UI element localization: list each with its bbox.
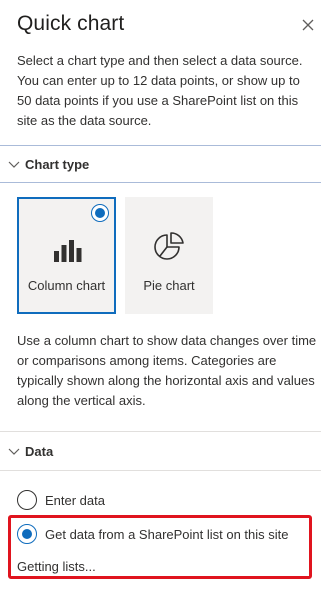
pie-chart-option[interactable]: Pie chart — [125, 197, 213, 314]
close-icon — [302, 19, 314, 31]
data-section-title: Data — [25, 444, 54, 459]
chevron-down-icon — [8, 448, 20, 455]
section-divider — [0, 470, 321, 471]
section-divider — [0, 182, 321, 183]
close-button[interactable] — [297, 14, 319, 36]
chart-type-section-title: Chart type — [25, 157, 90, 172]
selected-radio-indicator — [91, 204, 109, 222]
chart-type-description: Use a column chart to show data changes … — [17, 333, 317, 408]
sharepoint-list-label: Get data from a SharePoint list on this … — [45, 526, 289, 542]
column-chart-label: Column chart — [27, 278, 106, 293]
sharepoint-list-radio[interactable] — [17, 524, 37, 544]
column-chart-icon — [53, 240, 81, 262]
enter-data-label: Enter data — [45, 492, 105, 508]
pie-chart-label: Pie chart — [143, 278, 195, 293]
enter-data-radio[interactable] — [17, 490, 37, 510]
section-divider — [0, 431, 321, 432]
panel-title: Quick chart — [17, 12, 125, 35]
loading-status: Getting lists... — [17, 559, 96, 574]
panel-header: Quick chart — [0, 0, 321, 48]
pie-chart-icon — [154, 232, 184, 260]
intro-text: Select a chart type and then select a da… — [17, 53, 303, 128]
enter-data-option[interactable]: Enter data — [17, 489, 105, 511]
column-chart-option[interactable]: Column chart — [17, 197, 116, 314]
data-section-header[interactable]: Data — [0, 434, 321, 468]
section-divider — [0, 145, 321, 146]
chart-type-section-header[interactable]: Chart type — [0, 147, 321, 181]
chevron-down-icon — [8, 161, 20, 168]
sharepoint-list-option[interactable]: Get data from a SharePoint list on this … — [17, 523, 289, 545]
